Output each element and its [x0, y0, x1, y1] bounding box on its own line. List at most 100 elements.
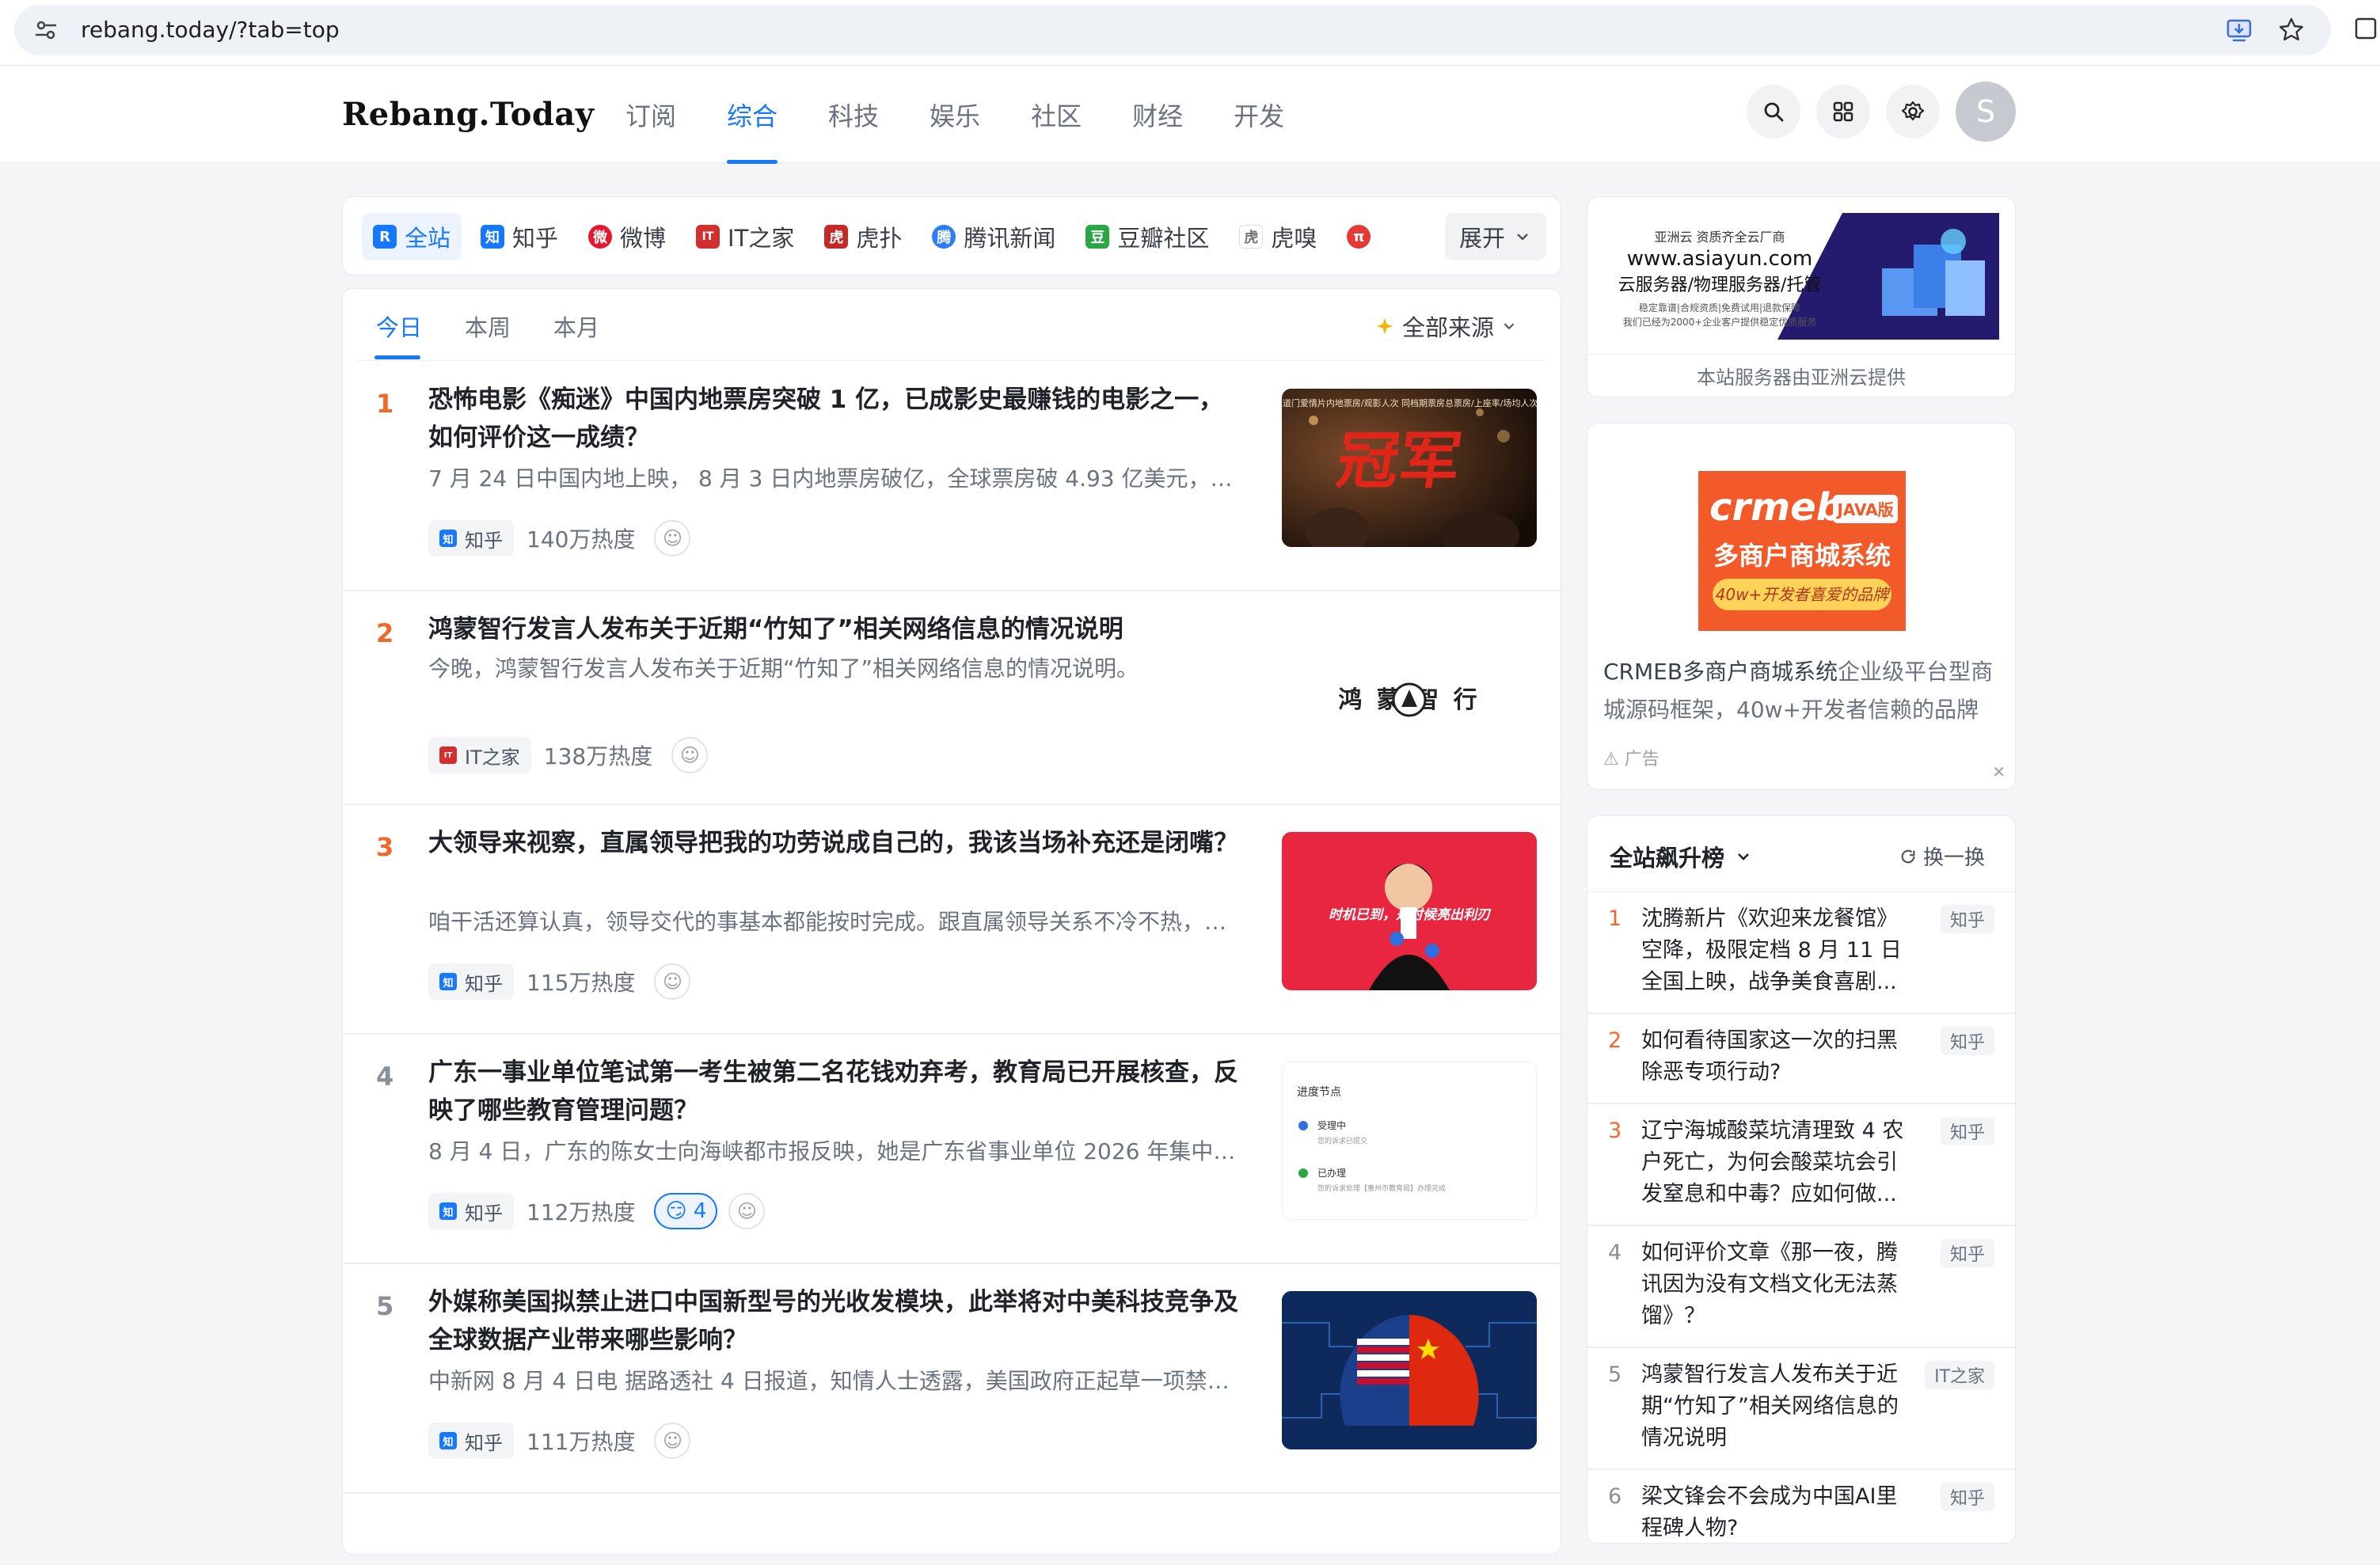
nav-subscribe[interactable]: 订阅: [625, 66, 676, 164]
thumb-step-note: 您的诉求处理【惠州市教育局】办理完成: [1317, 1183, 1446, 1193]
ad-image[interactable]: crmeb JAVA版 多商户商城系统 40w+开发者喜爱的品牌: [1698, 471, 1906, 631]
item-title[interactable]: 大领导来视察，直属领导把我的功劳说成自己的，我该当场补充还是闭嘴？: [428, 824, 1244, 862]
nav-finance[interactable]: 财经: [1132, 66, 1183, 164]
search-button[interactable]: [1747, 85, 1800, 139]
ranking-text[interactable]: 如何评价文章《那一夜，腾讯因为没有文档文化无法蒸馏》？: [1641, 1237, 1910, 1332]
settings-button[interactable]: [1886, 85, 1940, 139]
heat-count: 112万热度: [527, 1199, 636, 1225]
user-avatar[interactable]: S: [1956, 82, 2016, 142]
tab-today[interactable]: 今日: [376, 310, 422, 343]
ad-caption: 本站服务器由亚洲云提供: [1587, 354, 2015, 397]
ranking-text[interactable]: 鸿蒙智行发言人发布关于近期“竹知了”相关网络信息的情况说明: [1641, 1359, 1910, 1454]
reaction-chip[interactable]: 😏 4: [654, 1193, 718, 1229]
site-settings-icon[interactable]: [33, 17, 59, 43]
item-thumbnail[interactable]: 鸿 蒙 智 行: [1282, 618, 1537, 777]
source-tab-ithome[interactable]: IT IT之家: [685, 213, 805, 260]
ranking-source[interactable]: 知乎: [1940, 1239, 1994, 1267]
ranking-text[interactable]: 辽宁海城酸菜坑清理致 4 农户死亡，为何会酸菜坑会引发窒息和中毒？应如何做...: [1641, 1115, 1910, 1210]
ad-line1: 亚洲云 资质齐全云厂商: [1654, 230, 1785, 245]
source-filter-dropdown[interactable]: 全部来源: [1375, 310, 1518, 343]
extensions-icon[interactable]: [2353, 14, 2380, 43]
list-item[interactable]: [343, 1494, 1562, 1565]
source-tab-zhihu[interactable]: 知知乎: [470, 213, 569, 260]
refresh-button[interactable]: 换一换: [1899, 841, 1985, 871]
address-bar[interactable]: rebang.today/?tab=top: [14, 5, 2331, 55]
source-badge[interactable]: 知知乎: [428, 963, 514, 1000]
item-thumbnail[interactable]: 进度节点 受理中 您的诉求已提交 已办理 您的诉求处理【惠州市教育局】办理完成: [1282, 1062, 1537, 1220]
nav-dev[interactable]: 开发: [1234, 66, 1284, 164]
ranking-number: 1: [1608, 906, 1622, 931]
source-tab-weibo[interactable]: 微微博: [577, 213, 677, 260]
source-tab-huxiu[interactable]: 虎虎嗅: [1228, 213, 1328, 260]
list-item[interactable]: 1 恐怖电影《痴迷》中国内地票房突破 1 亿，已成影史最赚钱的电影之一，如何评价…: [343, 362, 1562, 591]
hupu-icon: 虎: [824, 225, 849, 249]
site-logo[interactable]: Rebang.Today: [342, 96, 595, 133]
list-item[interactable]: 5 外媒称美国拟禁止进口中国新型号的光收发模块，此举将对中美科技竞争及全球数据产…: [343, 1264, 1562, 1494]
ranking-source[interactable]: 知乎: [1940, 905, 1994, 933]
source-tab-more[interactable]: π: [1336, 213, 1390, 260]
ranking-item[interactable]: 5 鸿蒙智行发言人发布关于近期“竹知了”相关网络信息的情况说明 IT之家: [1587, 1348, 2015, 1470]
item-title[interactable]: 恐怖电影《痴迷》中国内地票房突破 1 亿，已成影史最赚钱的电影之一，如何评价这一…: [428, 381, 1244, 457]
apps-button[interactable]: [1816, 85, 1870, 139]
expand-sources-button[interactable]: 展开: [1444, 213, 1546, 260]
weibo-icon: 微: [588, 225, 613, 249]
url-text[interactable]: rebang.today/?tab=top: [81, 16, 340, 44]
nav-tech[interactable]: 科技: [828, 66, 879, 164]
tab-month[interactable]: 本月: [553, 310, 599, 343]
source-name: 知乎: [465, 1202, 503, 1225]
item-title[interactable]: 外媒称美国拟禁止进口中国新型号的光收发模块，此举将对中美科技竞争及全球数据产业带…: [428, 1283, 1244, 1359]
list-item[interactable]: 4 广东一事业单位笔试第一考生被第二名花钱劝弃考，教育局已开展核查，反映了哪些教…: [343, 1035, 1562, 1264]
ranking-source[interactable]: 知乎: [1940, 1483, 1994, 1511]
ranking-item[interactable]: 6 梁文锋会不会成为中国AI里程碑人物? 知乎: [1587, 1470, 2015, 1543]
grid-icon: [1833, 101, 1853, 122]
ad-text[interactable]: CRMEB多商户商城系统企业级平台型商城源码框架，40w+开发者信赖的品牌: [1603, 653, 1999, 729]
ranking-item[interactable]: 3 辽宁海城酸菜坑清理致 4 农户死亡，为何会酸菜坑会引发窒息和中毒？应如何做.…: [1587, 1104, 2015, 1226]
ranking-title-dropdown[interactable]: 全站飙升榜: [1610, 840, 1753, 873]
item-thumbnail[interactable]: [1282, 1291, 1537, 1449]
install-app-icon[interactable]: [2223, 14, 2255, 46]
source-badge[interactable]: 知知乎: [428, 1423, 514, 1459]
add-reaction-button[interactable]: ☺: [654, 963, 691, 1000]
source-badge[interactable]: 知知乎: [428, 520, 514, 556]
bookmark-star-icon[interactable]: [2275, 14, 2307, 46]
add-reaction-button[interactable]: ☺: [728, 1193, 766, 1229]
sponsor-ad-asiayun[interactable]: 亚洲云 资质齐全云厂商 www.asiayun.com 云服务器/物理服务器/托…: [1587, 196, 2016, 397]
item-title[interactable]: 广东一事业单位笔试第一考生被第二名花钱劝弃考，教育局已开展核查，反映了哪些教育管…: [428, 1054, 1244, 1130]
ad-banner[interactable]: 亚洲云 资质齐全云厂商 www.asiayun.com 云服务器/物理服务器/托…: [1605, 213, 1999, 340]
ranking-number: 2: [1608, 1028, 1622, 1053]
source-tab-tencent-news[interactable]: 腾腾讯新闻: [921, 213, 1066, 260]
source-tab-douban[interactable]: 豆豆瓣社区: [1074, 213, 1220, 260]
ranking-text[interactable]: 沈腾新片《欢迎来龙餐馆》空降，极限定档 8 月 11 日全国上映，战争美食喜剧.…: [1641, 903, 1910, 998]
tab-week[interactable]: 本周: [465, 310, 511, 343]
source-tab-all[interactable]: R 全站: [362, 213, 462, 260]
list-item[interactable]: 3 大领导来视察，直属领导把我的功劳说成自己的，我该当场补充还是闭嘴？ 咱干活还…: [343, 805, 1562, 1035]
ranking-source[interactable]: 知乎: [1940, 1117, 1994, 1145]
add-reaction-button[interactable]: ☺: [654, 520, 691, 556]
list-item[interactable]: 2 鸿蒙智行发言人发布关于近期“竹知了”相关网络信息的情况说明 今晚，鸿蒙智行发…: [343, 591, 1562, 805]
item-title-cut[interactable]: [428, 1511, 1244, 1522]
add-reaction-button[interactable]: ☺: [654, 1423, 691, 1459]
nav-comprehensive[interactable]: 综合: [727, 66, 778, 164]
ranking-item[interactable]: 4 如何评价文章《那一夜，腾讯因为没有文档文化无法蒸馏》？ 知乎: [1587, 1226, 2015, 1348]
source-badge[interactable]: 知知乎: [428, 1193, 514, 1229]
ranking-source[interactable]: IT之家: [1925, 1361, 1994, 1389]
ranking-item[interactable]: 1 沈腾新片《欢迎来龙餐馆》空降，极限定档 8 月 11 日全国上映，战争美食喜…: [1587, 892, 2015, 1014]
ranking-text[interactable]: 如何看待国家这一次的扫黑除恶专项行动?: [1641, 1025, 1910, 1088]
item-thumbnail[interactable]: 时机已到，是时候亮出利刃: [1282, 832, 1537, 990]
source-badge[interactable]: IT IT之家: [428, 737, 531, 773]
item-title[interactable]: 鸿蒙智行发言人发布关于近期“竹知了”相关网络信息的情况说明: [428, 610, 1244, 648]
huxiu-icon: 虎: [1239, 225, 1264, 249]
ranking-text[interactable]: 梁文锋会不会成为中国AI里程碑人物?: [1641, 1481, 1910, 1543]
item-thumbnail[interactable]: 2026年道门爱情片内地票房/观影人次 同档期票房总票房/上座率/场均人次/总人…: [1282, 389, 1537, 547]
nav-entertainment[interactable]: 娱乐: [930, 66, 980, 164]
close-ad-icon[interactable]: ✕: [1992, 762, 2006, 781]
thumb-heading: 进度节点: [1297, 1086, 1341, 1099]
ranking-item[interactable]: 2 如何看待国家这一次的扫黑除恶专项行动? 知乎: [1587, 1014, 2015, 1104]
nav-community[interactable]: 社区: [1031, 66, 1082, 164]
add-reaction-button[interactable]: ☺: [671, 737, 709, 773]
sponsor-ad-crmeb[interactable]: crmeb JAVA版 多商户商城系统 40w+开发者喜爱的品牌 CRMEB多商…: [1587, 423, 2016, 790]
ranking-source[interactable]: 知乎: [1940, 1027, 1994, 1055]
hot-list: 今日 本周 本月 全部来源 1 恐怖电影《痴迷》中国内地票房突破 1 亿，已成影…: [342, 288, 1562, 1555]
source-tab-hupu[interactable]: 虎虎扑: [813, 213, 913, 260]
search-icon: [1764, 102, 1784, 122]
